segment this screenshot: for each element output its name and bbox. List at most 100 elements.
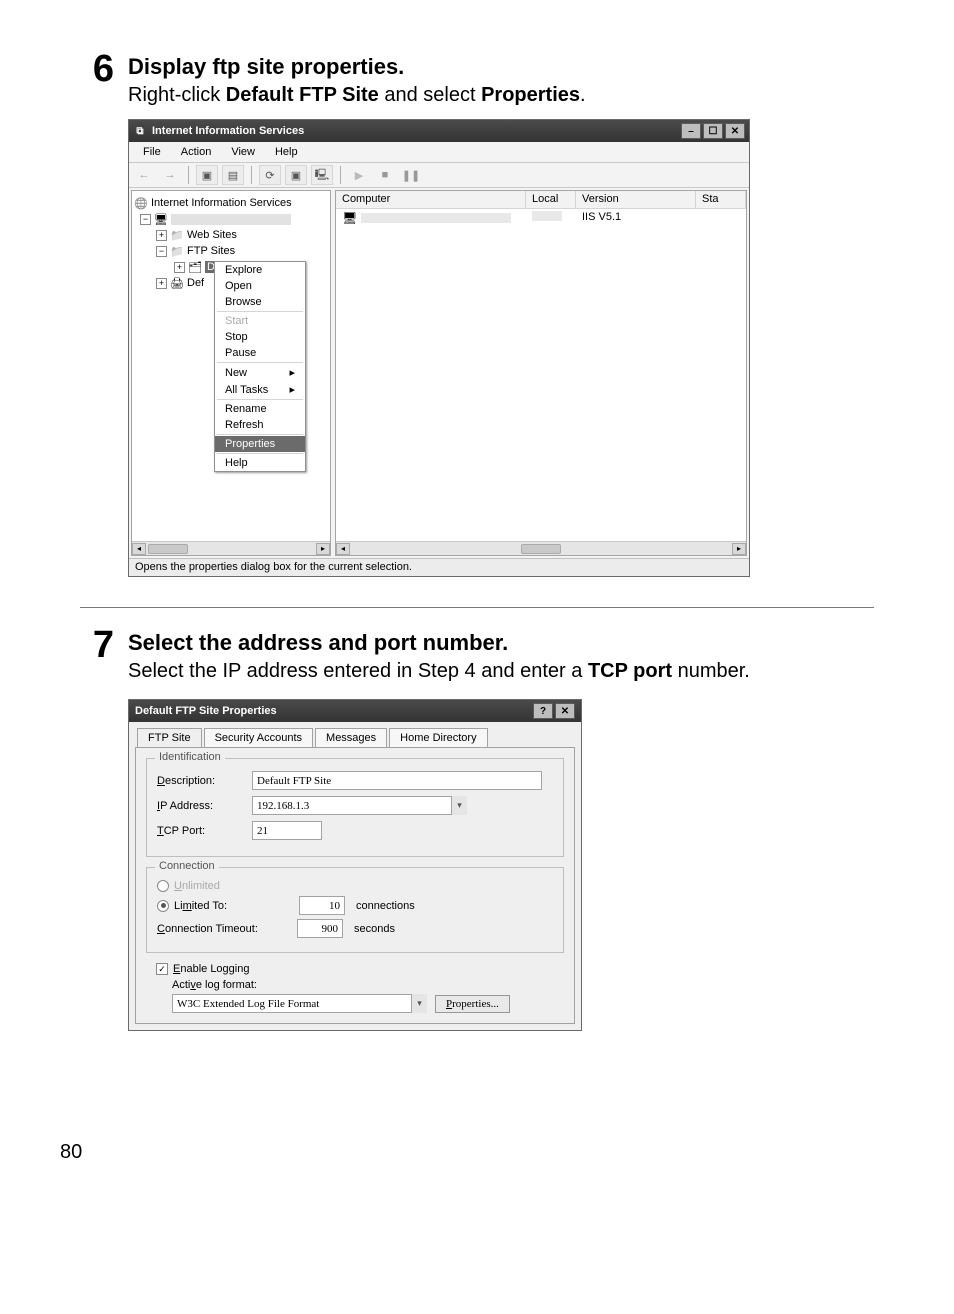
submenu-arrow-icon: ▸	[289, 366, 295, 379]
enable-logging-row[interactable]: ✓ Enable Logging	[156, 963, 564, 975]
tree-def[interactable]: Def	[187, 277, 204, 289]
close-button[interactable]: ✕	[555, 703, 575, 719]
scroll-left-icon[interactable]: ◂	[336, 543, 350, 555]
menu-view[interactable]: View	[223, 144, 263, 160]
seconds-label: seconds	[354, 923, 395, 935]
menu-file[interactable]: File	[135, 144, 169, 160]
folder-icon: 📁	[170, 229, 184, 242]
step-6-text2: and select	[379, 84, 481, 106]
ftp-properties-dialog: Default FTP Site Properties ? ✕ FTP Site…	[128, 699, 582, 1031]
iis-window-title: Internet Information Services	[152, 125, 304, 137]
dropdown-icon[interactable]: ▾	[451, 796, 467, 815]
scroll-left-icon[interactable]: ◂	[132, 543, 146, 555]
tab-ftp-site[interactable]: FTP Site	[137, 728, 202, 747]
description-input[interactable]	[252, 771, 542, 790]
help-button[interactable]: ?	[533, 703, 553, 719]
iis-titlebar[interactable]: ⧉ Internet Information Services – ☐ ✕	[129, 120, 749, 142]
tcp-port-label: TCP Port:	[157, 825, 252, 837]
col-local[interactable]: Local	[526, 191, 576, 208]
limited-radio[interactable]	[157, 900, 169, 912]
step-6-suffix: .	[580, 84, 586, 106]
tree-host[interactable]	[171, 214, 291, 225]
refresh-button[interactable]: ⟳	[259, 165, 281, 185]
tree-expander-ftpsites[interactable]: −	[156, 246, 167, 257]
tab-home-directory[interactable]: Home Directory	[389, 728, 487, 747]
step-7-instruction: Select the IP address entered in Step 4 …	[128, 658, 874, 685]
ftp-site-icon: 🗂	[188, 261, 202, 274]
dialog-titlebar[interactable]: Default FTP Site Properties ? ✕	[129, 700, 581, 722]
enable-logging-label: Enable Logging	[173, 963, 249, 975]
submenu-arrow-icon: ▸	[289, 383, 295, 396]
menu-help[interactable]: Help	[267, 144, 306, 160]
tree-root[interactable]: Internet Information Services	[151, 197, 292, 209]
scroll-right-icon[interactable]: ▸	[316, 543, 330, 555]
ctx-refresh[interactable]: Refresh	[215, 417, 305, 433]
scroll-right-icon[interactable]: ▸	[732, 543, 746, 555]
tree-pane[interactable]: 🌐 Internet Information Services − 🖥 + 📁 …	[131, 190, 331, 556]
stop-button[interactable]: ■	[374, 165, 396, 185]
ctx-all-tasks[interactable]: All Tasks▸	[215, 381, 305, 398]
unlimited-label: Unlimited	[174, 880, 220, 892]
connections-label: connections	[356, 900, 415, 912]
printer-icon: 🖨	[170, 277, 184, 290]
scroll-thumb[interactable]	[148, 544, 188, 554]
ctx-open[interactable]: Open	[215, 278, 305, 294]
ctx-new[interactable]: New▸	[215, 364, 305, 381]
log-format-select[interactable]	[172, 994, 427, 1013]
tree-expander-websites[interactable]: +	[156, 230, 167, 241]
tab-panel: Identification Description: IP Address: …	[135, 747, 575, 1024]
ctx-explore[interactable]: Explore	[215, 262, 305, 278]
detail-scrollbar[interactable]: ◂ ▸	[336, 541, 746, 555]
step-7-title: Select the address and port number.	[128, 630, 874, 656]
pause-button[interactable]: ❚❚	[400, 165, 422, 185]
identification-group: Identification Description: IP Address: …	[146, 758, 564, 857]
enable-logging-checkbox[interactable]: ✓	[156, 963, 168, 975]
page-number: 80	[60, 1141, 874, 1164]
show-hide-button[interactable]: ▤	[222, 165, 244, 185]
limited-to-label: Limited To:	[174, 900, 294, 912]
ip-address-input[interactable]	[252, 796, 467, 815]
step-7-text: Select the IP address entered in Step 4 …	[128, 660, 588, 682]
tree-websites[interactable]: Web Sites	[187, 229, 237, 241]
ctx-rename[interactable]: Rename	[215, 401, 305, 417]
tree-expander-defaultftp[interactable]: +	[174, 262, 185, 273]
back-button[interactable]: ←	[133, 165, 155, 185]
row-local	[532, 211, 562, 221]
computer-icon: 🖥	[154, 213, 168, 226]
export-button[interactable]: ▣	[285, 165, 307, 185]
menu-action[interactable]: Action	[173, 144, 220, 160]
forward-button[interactable]: →	[159, 165, 181, 185]
tab-security-accounts[interactable]: Security Accounts	[204, 728, 313, 747]
step-6-target2: Properties	[481, 84, 580, 106]
column-headers[interactable]: Computer Local Version Sta	[336, 191, 746, 209]
limited-radio-row[interactable]: Limited To: connections	[157, 896, 553, 915]
col-computer[interactable]: Computer	[336, 191, 526, 208]
timeout-input[interactable]	[297, 919, 343, 938]
ctx-properties[interactable]: Properties	[215, 436, 305, 452]
col-state[interactable]: Sta	[696, 191, 746, 208]
tree-ftpsites[interactable]: FTP Sites	[187, 245, 235, 257]
minimize-button[interactable]: –	[681, 123, 701, 139]
tree-expander-def[interactable]: +	[156, 278, 167, 289]
tree-scrollbar[interactable]: ◂ ▸	[132, 541, 330, 555]
ctx-pause[interactable]: Pause	[215, 345, 305, 361]
close-button[interactable]: ✕	[725, 123, 745, 139]
scroll-thumb[interactable]	[521, 544, 561, 554]
table-row[interactable]: 🖥 IIS V5.1	[336, 209, 746, 227]
tcp-port-input[interactable]	[252, 821, 322, 840]
properties-button[interactable]: 🖳	[311, 165, 333, 185]
col-version[interactable]: Version	[576, 191, 696, 208]
maximize-button[interactable]: ☐	[703, 123, 723, 139]
ctx-help[interactable]: Help	[215, 455, 305, 471]
ctx-browse[interactable]: Browse	[215, 294, 305, 310]
tree-expander-host[interactable]: −	[140, 214, 151, 225]
dropdown-icon[interactable]: ▾	[411, 994, 427, 1013]
ctx-stop[interactable]: Stop	[215, 329, 305, 345]
log-properties-button[interactable]: Properties...	[435, 995, 510, 1013]
play-button[interactable]: ▶	[348, 165, 370, 185]
limited-to-input[interactable]	[299, 896, 345, 915]
tab-messages[interactable]: Messages	[315, 728, 387, 747]
up-button[interactable]: ▣	[196, 165, 218, 185]
unlimited-radio-row[interactable]: Unlimited	[157, 880, 553, 892]
detail-pane[interactable]: Computer Local Version Sta 🖥 IIS V5.1 ◂	[335, 190, 747, 556]
